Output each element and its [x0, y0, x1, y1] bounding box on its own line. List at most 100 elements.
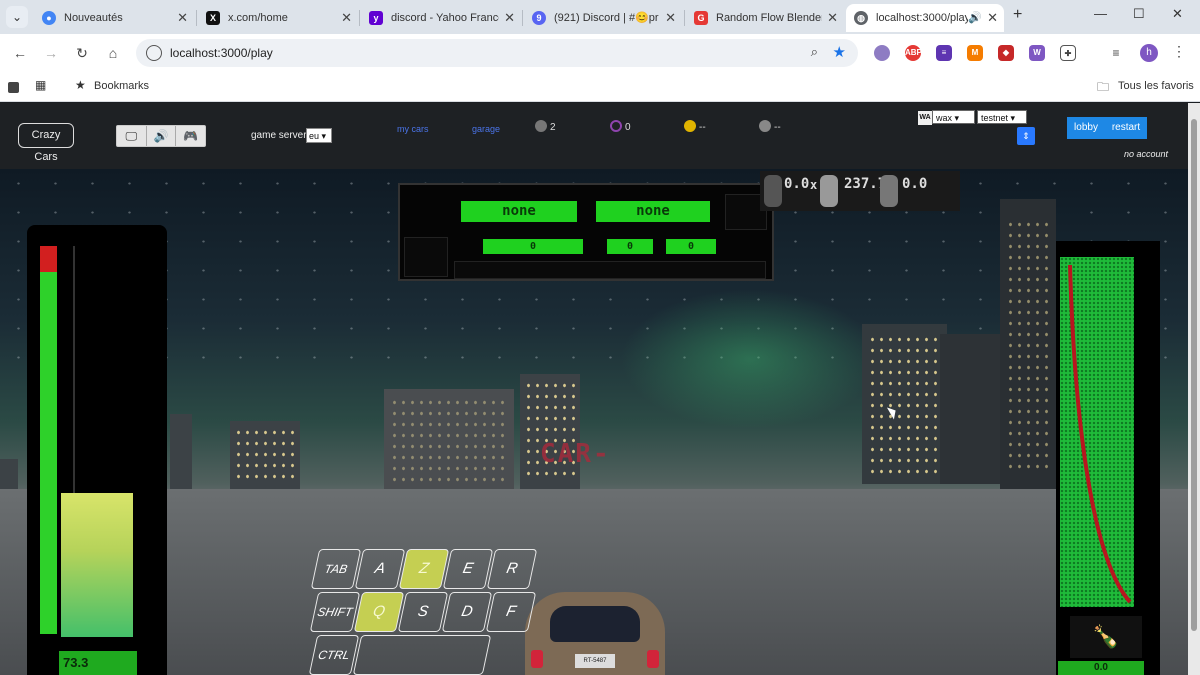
grid-icon[interactable]: ▦	[35, 78, 46, 92]
home-icon[interactable]: ⌂	[103, 43, 123, 63]
extension-icon[interactable]	[874, 45, 890, 61]
my-cars-link[interactable]: my cars	[397, 124, 429, 134]
extension-icon[interactable]: ≡	[936, 45, 952, 61]
speed-gauge: 73.3	[27, 225, 167, 675]
close-icon[interactable]: ✕	[665, 4, 676, 32]
site-info-icon[interactable]	[146, 45, 162, 61]
nitro-readout: 0.0	[1058, 661, 1144, 675]
chain-value: wax	[936, 113, 953, 123]
key-r[interactable]: R	[486, 549, 538, 589]
page-scrollbar[interactable]	[1188, 103, 1200, 675]
network-select[interactable]: testnet ▾	[977, 110, 1027, 124]
zoom-icon[interactable]: ⌕	[811, 44, 818, 60]
close-icon[interactable]: ✕	[341, 4, 352, 32]
tail-light	[647, 650, 659, 668]
tab-title: localhost:3000/play	[876, 12, 968, 24]
server-value: eu	[309, 131, 320, 141]
lap-timer: 0.0 x 237.7 0.0	[760, 171, 960, 211]
redline-marker	[40, 246, 57, 272]
puzzle-icon[interactable]: ✚	[1060, 45, 1076, 61]
extension-icon[interactable]: W	[1029, 45, 1045, 61]
apps-icon[interactable]	[8, 82, 19, 93]
timer-icon	[880, 175, 898, 207]
adblock-icon[interactable]: ABP	[905, 45, 922, 61]
speaker-icon[interactable]: 🔊	[147, 126, 177, 146]
forward-icon[interactable]: →	[41, 43, 61, 63]
speed-readout: 73.3	[59, 651, 137, 675]
tab-yahoo[interactable]: y discord - Yahoo France ✕	[361, 4, 521, 32]
token-icon	[610, 120, 622, 132]
track-sign: CAR-	[540, 439, 611, 469]
key-ctrl[interactable]: CTRL	[308, 635, 360, 675]
metamask-icon[interactable]: M	[967, 45, 983, 61]
globe-icon: ◍	[854, 11, 868, 25]
chrome-icon: ●	[42, 11, 56, 25]
close-icon[interactable]: ✕	[504, 4, 515, 32]
key-d[interactable]: D	[441, 592, 493, 632]
garage-link[interactable]: garage	[472, 124, 500, 134]
tab-search-button[interactable]: ⌄	[6, 6, 28, 28]
coin-icon	[684, 120, 696, 132]
aurora	[620, 289, 880, 429]
monitor-icon[interactable]: 🖵	[117, 126, 147, 146]
x-logo-icon: X	[206, 11, 220, 25]
key-e[interactable]: E	[442, 549, 494, 589]
kebab-menu-icon[interactable]: ⋮	[1172, 43, 1186, 60]
maximize-icon[interactable]: ☐	[1133, 6, 1145, 22]
bookmarks-folder[interactable]: Bookmarks	[94, 80, 149, 92]
yahoo-icon: y	[369, 11, 383, 25]
scrollbar-thumb[interactable]	[1191, 119, 1197, 631]
score-mid: 0	[607, 239, 653, 254]
all-bookmarks-folder[interactable]: Tous les favoris	[1118, 80, 1194, 92]
building	[384, 389, 514, 489]
tab-title: discord - Yahoo France	[391, 12, 499, 24]
globe-stat: --	[759, 120, 781, 133]
tab-nouveautes[interactable]: ● Nouveautés ✕	[34, 4, 194, 32]
car-icon	[535, 120, 547, 132]
address-bar[interactable]: localhost:3000/play ⌕ ★	[136, 39, 858, 67]
key-tab[interactable]: TAB	[310, 549, 362, 589]
restart-button[interactable]: restart	[1105, 117, 1147, 139]
back-icon[interactable]: ←	[10, 43, 30, 63]
minimize-icon[interactable]: —	[1094, 6, 1107, 21]
key-space[interactable]	[352, 635, 492, 675]
new-tab-button[interactable]: +	[1013, 6, 1022, 24]
reload-icon[interactable]: ↻	[72, 43, 92, 63]
gamepad-icon[interactable]: 🎮	[176, 126, 205, 146]
key-z[interactable]: Z	[398, 549, 450, 589]
cars-count: 2	[535, 120, 556, 133]
key-q[interactable]: Q	[353, 592, 405, 632]
media-control-icon[interactable]: ≡	[1108, 45, 1124, 61]
game-servers-label: game servers	[251, 130, 312, 141]
key-shift[interactable]: SHIFT	[309, 592, 361, 632]
tab-x-home[interactable]: X x.com/home ✕	[198, 4, 358, 32]
wallet-icon[interactable]: ◆	[998, 45, 1014, 61]
tab-localhost[interactable]: ◍ localhost:3000/play 🔊 ✕	[846, 4, 1004, 32]
building	[940, 334, 1000, 484]
speaker-icon[interactable]: 🔊	[968, 4, 982, 32]
close-icon[interactable]: ✕	[987, 4, 998, 32]
lobby-button[interactable]: lobby	[1067, 117, 1105, 139]
tab-random-flow[interactable]: G Random Flow Blender ✕	[686, 4, 844, 32]
game-logo[interactable]: Crazy Cars	[18, 123, 74, 163]
close-icon[interactable]: ✕	[827, 4, 838, 32]
timer-current: 0.0	[784, 176, 810, 192]
swap-icon[interactable]: ⇕	[1017, 127, 1035, 145]
timer-icon	[764, 175, 782, 207]
game-viewport[interactable]: CAR- RT-5487 Crazy Cars 🖵 🔊 🎮 game serve…	[0, 103, 1200, 675]
score-left: 0	[483, 239, 583, 254]
chain-select[interactable]: wax ▾	[932, 110, 975, 124]
key-a[interactable]: A	[354, 549, 406, 589]
game-hud: Crazy Cars 🖵 🔊 🎮 game servers eu ▾ my ca…	[0, 103, 1188, 169]
building	[230, 421, 300, 491]
bookmark-star-icon[interactable]: ★	[833, 43, 846, 61]
key-s[interactable]: S	[397, 592, 449, 632]
token-count: 0	[610, 120, 631, 133]
url-text[interactable]: localhost:3000/play	[170, 46, 273, 60]
close-icon[interactable]: ✕	[177, 4, 188, 32]
tab-discord[interactable]: 9 (921) Discord | #😊pr ✕	[524, 4, 682, 32]
server-select[interactable]: eu ▾	[306, 128, 332, 143]
avatar[interactable]: h	[1140, 44, 1158, 62]
window-close-icon[interactable]: ✕	[1172, 6, 1183, 22]
key-f[interactable]: F	[485, 592, 537, 632]
